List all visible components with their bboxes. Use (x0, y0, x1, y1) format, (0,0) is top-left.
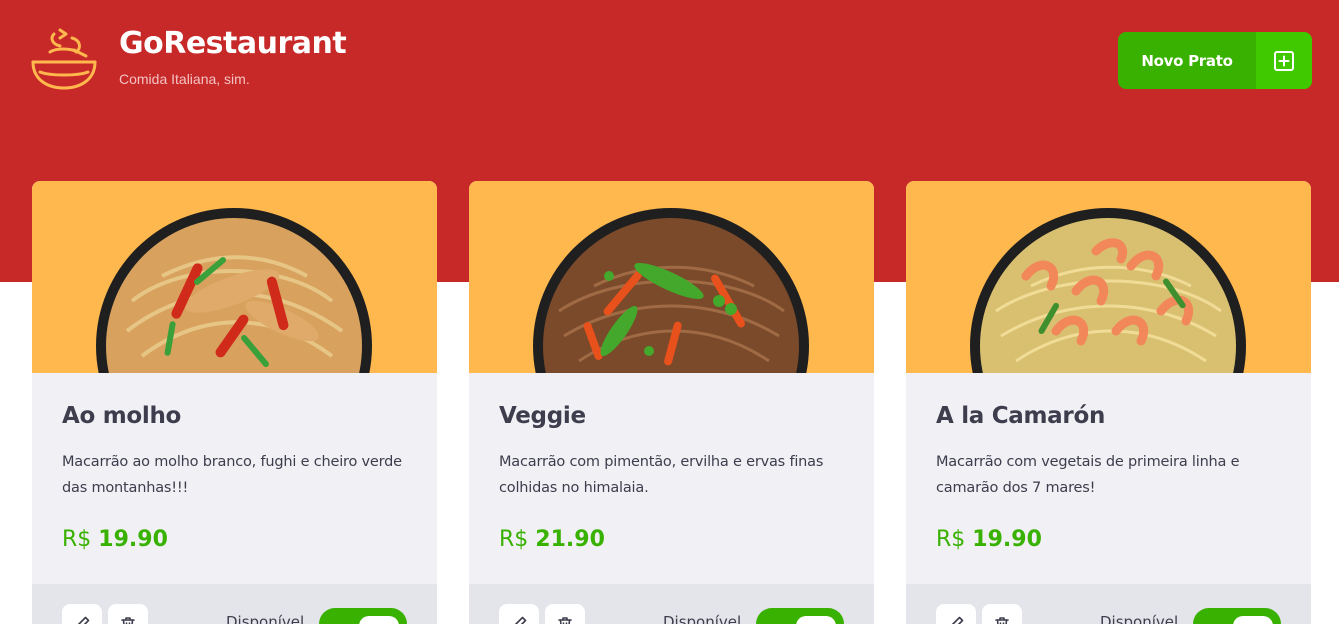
dish-name: Ao molho (62, 403, 182, 429)
price-value: 19.90 (98, 527, 168, 552)
bowl-icon (30, 28, 98, 92)
toggle-knob (359, 616, 399, 624)
dish-card: A la Camarón Macarrão com vegetais de pr… (906, 181, 1311, 624)
edit-dish-button[interactable] (936, 604, 976, 624)
plus-square-icon (1256, 32, 1312, 89)
dish-image (469, 181, 874, 373)
price-currency: R$ (936, 527, 966, 552)
trash-icon (558, 617, 572, 624)
dish-info: Ao molho Macarrão ao molho branco, fughi… (32, 373, 437, 584)
availability-toggle[interactable] (1193, 608, 1281, 624)
dish-description: Macarrão com vegetais de primeira linha … (936, 454, 1240, 496)
dish-actions: Disponível (469, 584, 874, 624)
availability-toggle[interactable] (319, 608, 407, 624)
dish-price: R$ 19.90 (936, 527, 1281, 552)
dish-name: Veggie (499, 403, 586, 429)
dish-actions: Disponível (906, 584, 1311, 624)
dish-price: R$ 21.90 (499, 527, 844, 552)
dish-price: R$ 19.90 (62, 527, 407, 552)
page-header: GoRestaurant Comida Italiana, sim. Novo … (0, 0, 1339, 120)
price-currency: R$ (62, 527, 92, 552)
new-dish-button-label: Novo Prato (1141, 51, 1233, 70)
trash-icon (995, 617, 1009, 624)
pencil-icon (77, 616, 90, 624)
dish-description: Macarrão com pimentão, ervilha e ervas f… (499, 454, 824, 496)
edit-dish-button[interactable] (62, 604, 102, 624)
trash-icon (121, 617, 135, 624)
toggle-knob (796, 616, 836, 624)
edit-dish-button[interactable] (499, 604, 539, 624)
delete-dish-button[interactable] (108, 604, 148, 624)
availability-label: Disponível (1100, 613, 1179, 624)
delete-dish-button[interactable] (545, 604, 585, 624)
price-value: 21.90 (535, 527, 605, 552)
dish-actions: Disponível (32, 584, 437, 624)
app-title: GoRestaurant (119, 26, 347, 61)
dish-description: Macarrão ao molho branco, fughi e cheiro… (62, 454, 402, 496)
price-value: 19.90 (972, 527, 1042, 552)
dish-card: Ao molho Macarrão ao molho branco, fughi… (32, 181, 437, 624)
dish-image (32, 181, 437, 373)
availability-toggle[interactable] (756, 608, 844, 624)
delete-dish-button[interactable] (982, 604, 1022, 624)
dish-image (906, 181, 1311, 373)
new-dish-button[interactable]: Novo Prato (1118, 32, 1312, 89)
pencil-icon (514, 616, 527, 624)
pencil-icon (951, 616, 964, 624)
availability-label: Disponível (663, 613, 742, 624)
price-currency: R$ (499, 527, 529, 552)
toggle-knob (1233, 616, 1273, 624)
app-subtitle: Comida Italiana, sim. (119, 71, 250, 87)
dish-info: A la Camarón Macarrão com vegetais de pr… (906, 373, 1311, 584)
availability-label: Disponível (226, 613, 305, 624)
dish-info: Veggie Macarrão com pimentão, ervilha e … (469, 373, 874, 584)
dish-card: Veggie Macarrão com pimentão, ervilha e … (469, 181, 874, 624)
dish-name: A la Camarón (936, 403, 1106, 429)
